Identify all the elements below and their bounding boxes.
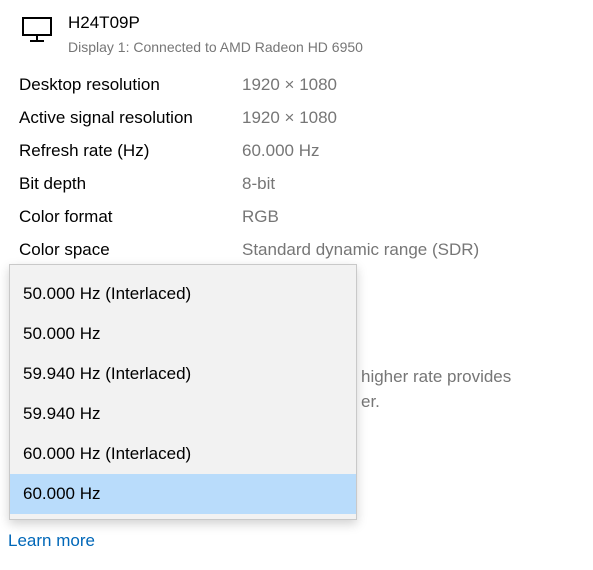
info-row-active-signal-resolution: Active signal resolution 1920 × 1080 [19,106,579,139]
learn-more-link[interactable]: Learn more [8,529,95,553]
refresh-rate-option[interactable]: 59.940 Hz (Interlaced) [10,354,356,394]
refresh-rate-option[interactable]: 59.940 Hz [10,394,356,434]
refresh-rate-option[interactable]: 60.000 Hz (Interlaced) [10,434,356,474]
info-value: 60.000 Hz [242,141,320,160]
refresh-rate-option[interactable]: 50.000 Hz [10,314,356,354]
info-row-desktop-resolution: Desktop resolution 1920 × 1080 [19,73,579,106]
refresh-rate-option-selected[interactable]: 60.000 Hz [10,474,356,514]
info-label: Color space [19,240,110,259]
info-value: 1920 × 1080 [242,108,338,127]
monitor-icon [22,17,52,43]
info-label: Color format [19,207,113,226]
info-row-refresh-rate: Refresh rate (Hz) 60.000 Hz [19,139,579,172]
info-label: Refresh rate (Hz) [19,141,150,160]
info-label: Active signal resolution [19,108,193,127]
info-row-color-format: Color format RGB [19,205,579,238]
info-value: Standard dynamic range (SDR) [242,240,480,259]
description-text-line: higher rate provides [361,367,512,386]
display-name: H24T09P [68,13,140,32]
info-label: Desktop resolution [19,75,160,94]
info-label: Bit depth [19,174,87,193]
display-header: H24T09P Display 1: Connected to AMD Rade… [20,12,580,60]
display-info-list: Desktop resolution 1920 × 1080 Active si… [19,73,579,271]
info-value: 1920 × 1080 [242,75,338,94]
info-value: 8-bit [242,174,276,193]
display-subtitle: Display 1: Connected to AMD Radeon HD 69… [68,39,363,55]
refresh-rate-dropdown[interactable]: 50.000 Hz (Interlaced) 50.000 Hz 59.940 … [9,264,357,520]
refresh-rate-option[interactable]: 50.000 Hz (Interlaced) [10,274,356,314]
description-text-line: er. [361,392,380,411]
info-row-bit-depth: Bit depth 8-bit [19,172,579,205]
info-value: RGB [242,207,279,226]
